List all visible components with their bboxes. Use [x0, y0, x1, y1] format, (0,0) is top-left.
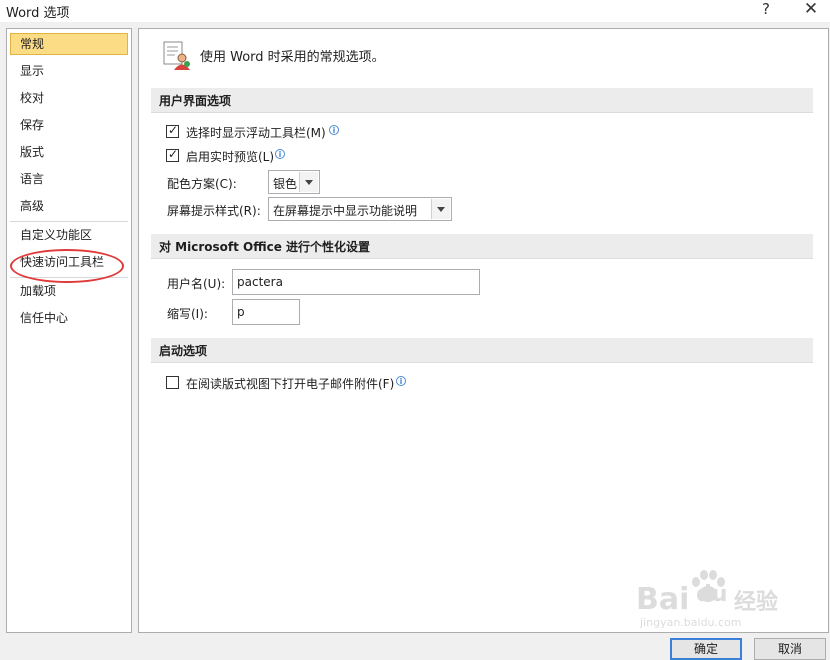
- initials-input[interactable]: p: [232, 299, 300, 325]
- checkmark-icon: ✓: [168, 123, 179, 137]
- info-icon[interactable]: i: [329, 125, 339, 135]
- window-title: Word 选项: [6, 6, 70, 21]
- user-options-icon: [163, 41, 190, 70]
- checkmark-icon: ✓: [168, 147, 179, 161]
- chevron-down-icon: [299, 172, 318, 192]
- sidebar-item-layout[interactable]: 版式: [10, 141, 128, 163]
- screentip-style-select[interactable]: 在屏幕提示中显示功能说明: [268, 197, 452, 221]
- section-title: 用户界面选项: [159, 94, 232, 108]
- color-scheme-label: 配色方案(C):: [167, 177, 237, 191]
- open-reading-view-checkbox[interactable]: [166, 376, 179, 389]
- screentip-style-label: 屏幕提示样式(R):: [167, 204, 261, 218]
- initials-value: p: [237, 305, 245, 319]
- open-reading-view-label[interactable]: 在阅读版式视图下打开电子邮件附件(F): [186, 375, 394, 392]
- float-toolbar-checkbox[interactable]: ✓: [166, 123, 179, 138]
- info-icon[interactable]: i: [275, 149, 285, 159]
- close-button[interactable]: ✕: [789, 0, 830, 22]
- watermark-text: du: [696, 582, 728, 607]
- sidebar-item-trust-center[interactable]: 信任中心: [10, 307, 128, 329]
- sidebar-item-save[interactable]: 保存: [10, 114, 128, 136]
- section-title: 启动选项: [159, 344, 208, 358]
- watermark-text: Bai: [636, 582, 690, 617]
- sidebar-item-add-ins[interactable]: 加载项: [10, 280, 128, 302]
- live-preview-label[interactable]: 启用实时预览(L): [186, 148, 274, 165]
- color-scheme-select[interactable]: 银色: [268, 170, 320, 194]
- sidebar-item-quick-access-toolbar[interactable]: 快速访问工具栏: [10, 251, 128, 273]
- options-sidebar: 常规 显示 校对 保存 版式 语言 高级 自定义功能区 快速访问工具栏 加载项 …: [6, 28, 132, 633]
- watermark-text: 经验: [734, 590, 779, 615]
- float-toolbar-label[interactable]: 选择时显示浮动工具栏(M): [186, 124, 326, 141]
- chevron-down-icon: [431, 199, 450, 219]
- panel-header-text: 使用 Word 时采用的常规选项。: [200, 50, 385, 65]
- sidebar-item-language[interactable]: 语言: [10, 168, 128, 190]
- watermark-url: jingyan.baidu.com: [640, 616, 742, 629]
- sidebar-item-display[interactable]: 显示: [10, 60, 128, 82]
- sidebar-divider: [10, 277, 128, 278]
- section-startup-options: 启动选项: [151, 338, 813, 363]
- help-button[interactable]: ?: [744, 0, 788, 22]
- sidebar-item-advanced[interactable]: 高级: [10, 195, 128, 217]
- username-value: pactera: [237, 275, 283, 289]
- sidebar-item-proofing[interactable]: 校对: [10, 87, 128, 109]
- username-input[interactable]: pactera: [232, 269, 480, 295]
- section-ui-options: 用户界面选项: [151, 88, 813, 113]
- cancel-button[interactable]: 取消: [754, 638, 826, 660]
- section-title: 对 Microsoft Office 进行个性化设置: [159, 240, 371, 254]
- color-scheme-value: 银色: [273, 177, 298, 191]
- username-label: 用户名(U):: [167, 277, 226, 291]
- title-bar: Word 选项 ? ✕: [0, 0, 830, 22]
- sidebar-item-general[interactable]: 常规: [10, 33, 128, 55]
- section-personalize: 对 Microsoft Office 进行个性化设置: [151, 234, 813, 259]
- screentip-style-value: 在屏幕提示中显示功能说明: [273, 204, 418, 218]
- ok-button[interactable]: 确定: [670, 638, 742, 660]
- sidebar-divider: [10, 221, 128, 222]
- baidu-watermark: Bai du 经验 jingyan.baidu.com: [636, 570, 786, 630]
- live-preview-checkbox[interactable]: ✓: [166, 147, 179, 162]
- sidebar-item-customize-ribbon[interactable]: 自定义功能区: [10, 224, 128, 246]
- initials-label: 缩写(I):: [167, 307, 208, 321]
- general-options-panel: 使用 Word 时采用的常规选项。 用户界面选项 ✓ 选择时显示浮动工具栏(M)…: [138, 28, 829, 633]
- info-icon[interactable]: i: [396, 376, 406, 386]
